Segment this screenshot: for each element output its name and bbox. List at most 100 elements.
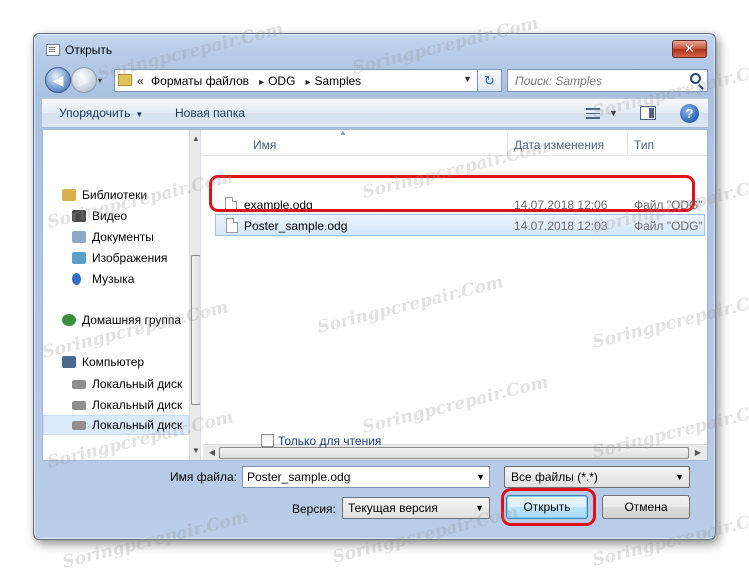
column-headers: ▲ Имя Дата изменения Тип bbox=[203, 128, 707, 156]
sidebar-item-label: Музыка bbox=[92, 272, 135, 286]
sidebar-item-computer[interactable]: Компьютер bbox=[43, 352, 189, 372]
music-icon bbox=[72, 273, 81, 285]
computer-icon bbox=[62, 356, 76, 368]
readonly-checkbox[interactable]: Только для чтения bbox=[261, 434, 381, 448]
forward-button[interactable]: ▶ bbox=[71, 67, 97, 93]
file-name: Poster_sample.odg bbox=[244, 219, 348, 233]
sidebar-item-label: Локальный диск bbox=[92, 377, 183, 391]
window-title: Открыть bbox=[65, 43, 113, 57]
breadcrumb-item[interactable]: Samples bbox=[314, 74, 361, 88]
sidebar-item-documents[interactable]: Документы bbox=[43, 227, 189, 247]
close-button[interactable]: ✕ bbox=[672, 40, 707, 58]
sidebar-item-label: Локальный диск bbox=[92, 398, 183, 412]
sidebar-item-label: Библиотеки bbox=[82, 188, 148, 202]
view-options-icon[interactable] bbox=[586, 108, 600, 119]
filename-label: Имя файла: bbox=[170, 470, 237, 484]
homegroup-icon bbox=[62, 314, 76, 326]
breadcrumb-item[interactable]: ODG bbox=[268, 74, 295, 88]
sort-ascending-icon: ▲ bbox=[339, 128, 347, 137]
chevron-down-icon[interactable]: ▼ bbox=[675, 472, 684, 482]
sidebar-item-label: Изображения bbox=[92, 251, 168, 265]
file-type-value: Все файлы (*.*) bbox=[511, 470, 598, 484]
column-divider[interactable] bbox=[507, 132, 508, 156]
chevron-down-icon: ▼ bbox=[135, 110, 144, 119]
column-header-name[interactable]: Имя bbox=[253, 138, 276, 152]
file-date: 14.07.2018 12:06 bbox=[514, 198, 608, 212]
dialog-icon bbox=[46, 44, 60, 56]
drive-icon bbox=[72, 380, 86, 389]
new-folder-button[interactable]: Новая папка bbox=[175, 106, 245, 120]
search-placeholder: Поиск: Samples bbox=[515, 74, 603, 88]
table-row[interactable]: Poster_sample.odg 14.07.2018 12:03 Файл … bbox=[215, 214, 705, 236]
organize-label: Упорядочить bbox=[59, 106, 131, 120]
libraries-icon bbox=[62, 189, 76, 201]
table-row[interactable]: example.odg 14.07.2018 12:06 Файл "ODG" bbox=[215, 194, 705, 216]
sidebar-item-music[interactable]: Музыка bbox=[43, 269, 189, 289]
drive-icon bbox=[72, 401, 86, 410]
command-toolbar: Упорядочить ▼ Новая папка ▼ ? bbox=[42, 98, 708, 128]
sidebar-item-label: Локальный диск bbox=[92, 418, 183, 432]
file-type: Файл "ODG" bbox=[634, 219, 703, 233]
browser-area: Библиотеки Видео Документы Изображения М… bbox=[42, 128, 708, 461]
sidebar-item-pictures[interactable]: Изображения bbox=[43, 248, 189, 268]
filename-value[interactable]: Poster_sample.odg bbox=[247, 470, 350, 484]
chevron-right-icon[interactable]: ▸ bbox=[259, 77, 264, 88]
sidebar-scrollbar[interactable]: ▲ ▼ bbox=[189, 130, 200, 460]
filename-field[interactable]: Poster_sample.odg ▼ bbox=[242, 466, 490, 488]
column-header-type[interactable]: Тип bbox=[634, 138, 654, 152]
sidebar-item-homegroup[interactable]: Домашняя группа bbox=[43, 310, 189, 330]
open-button[interactable]: Открыть bbox=[506, 495, 588, 519]
refresh-button[interactable]: ↻ bbox=[478, 69, 502, 92]
open-file-dialog: Открыть ✕ ◀ ▶ ▾ « Форматы файлов ▸ ODG ▸ Sam… bbox=[33, 33, 716, 540]
sidebar-item-local-disk[interactable]: Локальный диск bbox=[43, 374, 189, 394]
scroll-right-icon[interactable]: ▶ bbox=[691, 445, 705, 461]
scroll-thumb[interactable] bbox=[219, 447, 689, 459]
column-divider[interactable] bbox=[627, 132, 628, 156]
breadcrumb-overflow[interactable]: « bbox=[137, 74, 144, 88]
title-bar: Открыть ✕ bbox=[34, 34, 715, 62]
sidebar-item-libraries[interactable]: Библиотеки bbox=[43, 185, 189, 205]
sidebar-item-label: Компьютер bbox=[82, 355, 145, 369]
sidebar-item-video[interactable]: Видео bbox=[43, 206, 189, 226]
sidebar-item-local-disk[interactable]: Локальный диск bbox=[43, 395, 189, 415]
column-header-date[interactable]: Дата изменения bbox=[514, 138, 604, 152]
search-input[interactable]: Поиск: Samples bbox=[507, 69, 708, 92]
drive-icon bbox=[72, 421, 86, 430]
pictures-icon bbox=[72, 252, 86, 264]
scroll-down-icon[interactable]: ▼ bbox=[190, 444, 200, 458]
preview-pane-icon[interactable] bbox=[640, 106, 656, 120]
documents-icon bbox=[72, 231, 86, 243]
chevron-down-icon[interactable]: ▼ bbox=[609, 108, 618, 118]
version-select[interactable]: Текущая версия ▼ bbox=[342, 497, 490, 519]
organize-button[interactable]: Упорядочить ▼ bbox=[59, 106, 143, 120]
video-icon bbox=[72, 210, 86, 222]
file-type-select[interactable]: Все файлы (*.*) ▼ bbox=[504, 466, 690, 488]
file-type: Файл "ODG" bbox=[634, 198, 703, 212]
scroll-thumb[interactable] bbox=[191, 255, 200, 405]
sidebar-item-label: Домашняя группа bbox=[82, 313, 182, 327]
folder-icon bbox=[118, 74, 132, 86]
chevron-down-icon[interactable]: ▼ bbox=[463, 74, 472, 84]
sidebar-item-local-disk[interactable]: Локальный диск bbox=[43, 415, 189, 435]
sidebar-item-label: Документы bbox=[92, 230, 154, 244]
chevron-down-icon[interactable]: ▼ bbox=[475, 503, 484, 513]
readonly-label: Только для чтения bbox=[278, 434, 382, 448]
cancel-button[interactable]: Отмена bbox=[602, 495, 690, 519]
search-icon[interactable] bbox=[690, 73, 701, 84]
breadcrumb-item[interactable]: Форматы файлов bbox=[151, 74, 249, 88]
navigation-bar: ◀ ▶ ▾ « Форматы файлов ▸ ODG ▸ Samples ▼ ↻ П… bbox=[34, 64, 715, 96]
back-button[interactable]: ◀ bbox=[45, 67, 71, 93]
recent-pages-icon[interactable]: ▾ bbox=[98, 76, 102, 85]
file-list: ▲ Имя Дата изменения Тип example.odg 14.… bbox=[203, 128, 707, 461]
file-icon bbox=[225, 197, 237, 212]
help-icon[interactable]: ? bbox=[680, 104, 699, 123]
address-bar[interactable]: « Форматы файлов ▸ ODG ▸ Samples ▼ bbox=[114, 69, 478, 92]
navigation-pane: Библиотеки Видео Документы Изображения М… bbox=[43, 130, 201, 460]
checkbox-box[interactable] bbox=[261, 434, 274, 447]
chevron-down-icon[interactable]: ▼ bbox=[476, 472, 485, 482]
breadcrumb: « Форматы файлов ▸ ODG ▸ Samples bbox=[137, 74, 365, 88]
scroll-up-icon[interactable]: ▲ bbox=[190, 132, 200, 146]
chevron-right-icon[interactable]: ▸ bbox=[305, 77, 310, 88]
scroll-left-icon[interactable]: ◀ bbox=[205, 445, 219, 461]
file-icon bbox=[226, 218, 238, 233]
